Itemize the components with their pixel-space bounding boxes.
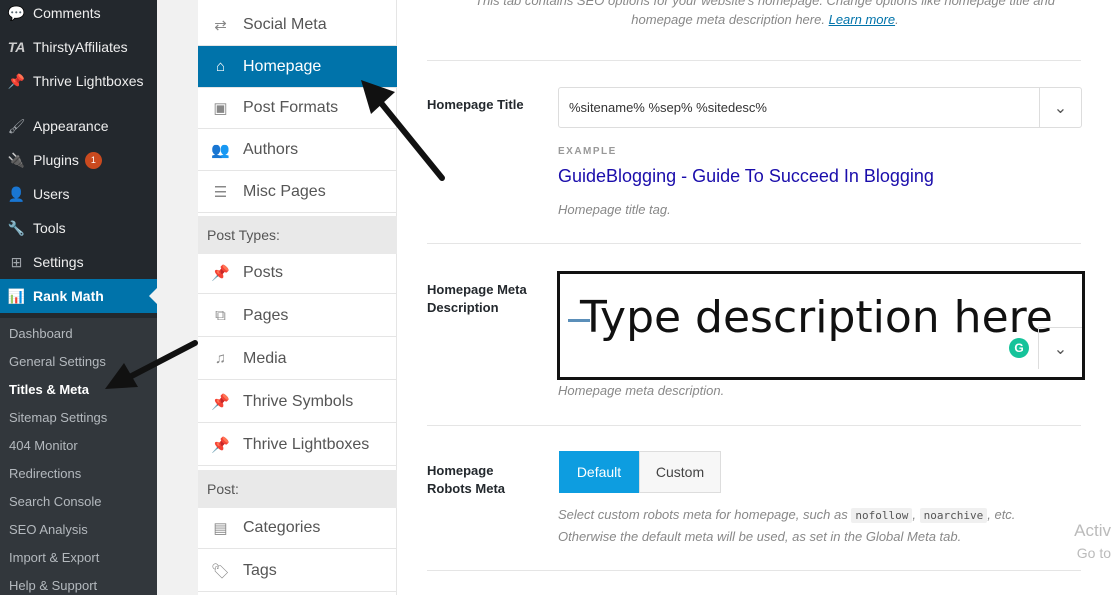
brush-icon: 🖌 bbox=[7, 117, 26, 134]
thirstyaffiliates-icon: TA bbox=[7, 39, 26, 55]
update-count-badge: 1 bbox=[84, 151, 102, 169]
tab-posts[interactable]: 📌 Posts bbox=[198, 252, 397, 294]
pin-icon: 📌 bbox=[7, 72, 26, 89]
tab-misc-pages[interactable]: ☰ Misc Pages bbox=[198, 171, 397, 213]
pages-icon: ⧉ bbox=[215, 307, 226, 324]
submenu-search-console[interactable]: Search Console bbox=[9, 494, 102, 509]
homepage-meta-description-textarea[interactable]: Type description here G ⌄ bbox=[557, 271, 1085, 380]
divider bbox=[427, 243, 1081, 244]
wrench-icon: 🔧 bbox=[7, 219, 26, 236]
robots-meta-hint: Select custom robots meta for homepage, … bbox=[558, 507, 1016, 544]
comment-icon: 💬 bbox=[7, 4, 26, 21]
submenu-general-settings[interactable]: General Settings bbox=[9, 354, 106, 369]
windows-activation-watermark: Activ bbox=[1074, 521, 1111, 540]
sliders-icon: ☰ bbox=[213, 183, 228, 201]
titles-meta-tab-nav: ⇄ Social Meta ⌂ Homepage ▣ Post Formats 👥 Au… bbox=[198, 0, 397, 595]
rank-math-submenu: Dashboard General Settings Titles & Meta… bbox=[0, 318, 157, 595]
windows-activation-watermark-sub: Go to bbox=[1076, 545, 1111, 561]
submenu-sitemap-settings[interactable]: Sitemap Settings bbox=[9, 410, 107, 425]
settings-icon: ⊞ bbox=[10, 253, 23, 270]
robots-custom-button[interactable]: Custom bbox=[639, 451, 721, 493]
menu-thrive-lightboxes[interactable]: 📌 Thrive Lightboxes bbox=[0, 64, 157, 98]
menu-comments[interactable]: 💬 Comments bbox=[0, 0, 157, 30]
home-icon: ⌂ bbox=[215, 58, 226, 75]
homepage-meta-description-hint: Homepage meta description. bbox=[558, 383, 725, 398]
menu-plugins[interactable]: 🔌 Plugins 1 bbox=[0, 143, 157, 177]
submenu-titles-meta[interactable]: Titles & Meta bbox=[9, 382, 89, 397]
description-dropdown[interactable]: ⌄ bbox=[1038, 327, 1082, 369]
divider bbox=[427, 570, 1081, 571]
homepage-robots-meta-label: Homepage Robots Meta bbox=[427, 463, 505, 496]
learn-more-link[interactable]: Learn more bbox=[829, 12, 895, 27]
users-icon: 👥 bbox=[211, 141, 230, 159]
chevron-down-icon[interactable]: ⌄ bbox=[1039, 88, 1081, 127]
submenu-seo-analysis[interactable]: SEO Analysis bbox=[9, 522, 88, 537]
homepage-meta-description-label: Homepage Meta Description bbox=[427, 282, 527, 315]
image-icon: ▣ bbox=[213, 99, 228, 117]
menu-users[interactable]: 👤 Users bbox=[0, 177, 157, 211]
folder-icon: ▤ bbox=[213, 519, 228, 537]
tab-media[interactable]: ♫ Media bbox=[198, 338, 397, 380]
menu-appearance[interactable]: 🖌 Appearance bbox=[0, 109, 157, 143]
retweet-icon: ⇄ bbox=[214, 16, 227, 34]
robots-default-button[interactable]: Default bbox=[559, 451, 639, 493]
tab-thrive-lightboxes[interactable]: 📌 Thrive Lightboxes bbox=[198, 424, 397, 466]
submenu-404-monitor[interactable]: 404 Monitor bbox=[9, 438, 78, 453]
menu-thirstyaffiliates[interactable]: TA ThirstyAffiliates bbox=[0, 30, 157, 64]
tag-icon: 🏷 bbox=[210, 562, 231, 580]
divider bbox=[427, 425, 1081, 426]
pin-icon: 📌 bbox=[211, 393, 230, 411]
tab-categories[interactable]: ▤ Categories bbox=[198, 507, 397, 549]
intro-text: This tab contains SEO options for your w… bbox=[475, 0, 1055, 27]
group-post: Post: bbox=[198, 470, 397, 508]
tab-pages[interactable]: ⧉ Pages bbox=[198, 295, 397, 337]
submenu-help-support[interactable]: Help & Support bbox=[9, 578, 97, 593]
homepage-settings-panel: This tab contains SEO options for your w… bbox=[397, 0, 1111, 595]
plug-icon: 🔌 bbox=[7, 151, 26, 168]
example-serp-title: GuideBlogging - Guide To Succeed In Blog… bbox=[558, 166, 934, 186]
tab-homepage[interactable]: ⌂ Homepage bbox=[198, 46, 397, 88]
menu-tools[interactable]: 🔧 Tools bbox=[0, 211, 157, 245]
user-icon: 👤 bbox=[7, 185, 26, 202]
submenu-redirections[interactable]: Redirections bbox=[9, 466, 81, 481]
pin-icon: 📌 bbox=[211, 436, 230, 454]
divider bbox=[427, 60, 1081, 61]
chart-icon: 📊 bbox=[7, 287, 26, 304]
tab-authors[interactable]: 👥 Authors bbox=[198, 129, 397, 171]
pin-icon: 📌 bbox=[211, 264, 230, 282]
homepage-title-hint: Homepage title tag. bbox=[558, 202, 671, 217]
menu-settings[interactable]: ⊞ Settings bbox=[0, 245, 157, 279]
grammarly-icon[interactable]: G bbox=[1009, 338, 1029, 358]
tab-social-meta[interactable]: ⇄ Social Meta bbox=[198, 4, 397, 46]
tab-thrive-symbols[interactable]: 📌 Thrive Symbols bbox=[198, 381, 397, 423]
tab-tags[interactable]: 🏷 Tags bbox=[198, 550, 397, 592]
submenu-dashboard[interactable]: Dashboard bbox=[9, 326, 73, 341]
homepage-title-label: Homepage Title bbox=[427, 97, 524, 112]
wp-admin-sidebar: 💬 Comments TA ThirstyAffiliates 📌 Thrive Li… bbox=[0, 0, 157, 595]
menu-rank-math[interactable]: 📊 Rank Math bbox=[0, 279, 157, 313]
example-label: EXAMPLE bbox=[558, 146, 617, 157]
tab-post-formats[interactable]: ▣ Post Formats bbox=[198, 87, 397, 129]
group-post-types: Post Types: bbox=[198, 216, 397, 254]
media-icon: ♫ bbox=[214, 350, 227, 367]
submenu-import-export[interactable]: Import & Export bbox=[9, 550, 99, 565]
chevron-down-icon: ⌄ bbox=[1053, 340, 1068, 358]
homepage-title-input[interactable]: %sitename% %sep% %sitedesc% ⌄ bbox=[558, 87, 1082, 128]
